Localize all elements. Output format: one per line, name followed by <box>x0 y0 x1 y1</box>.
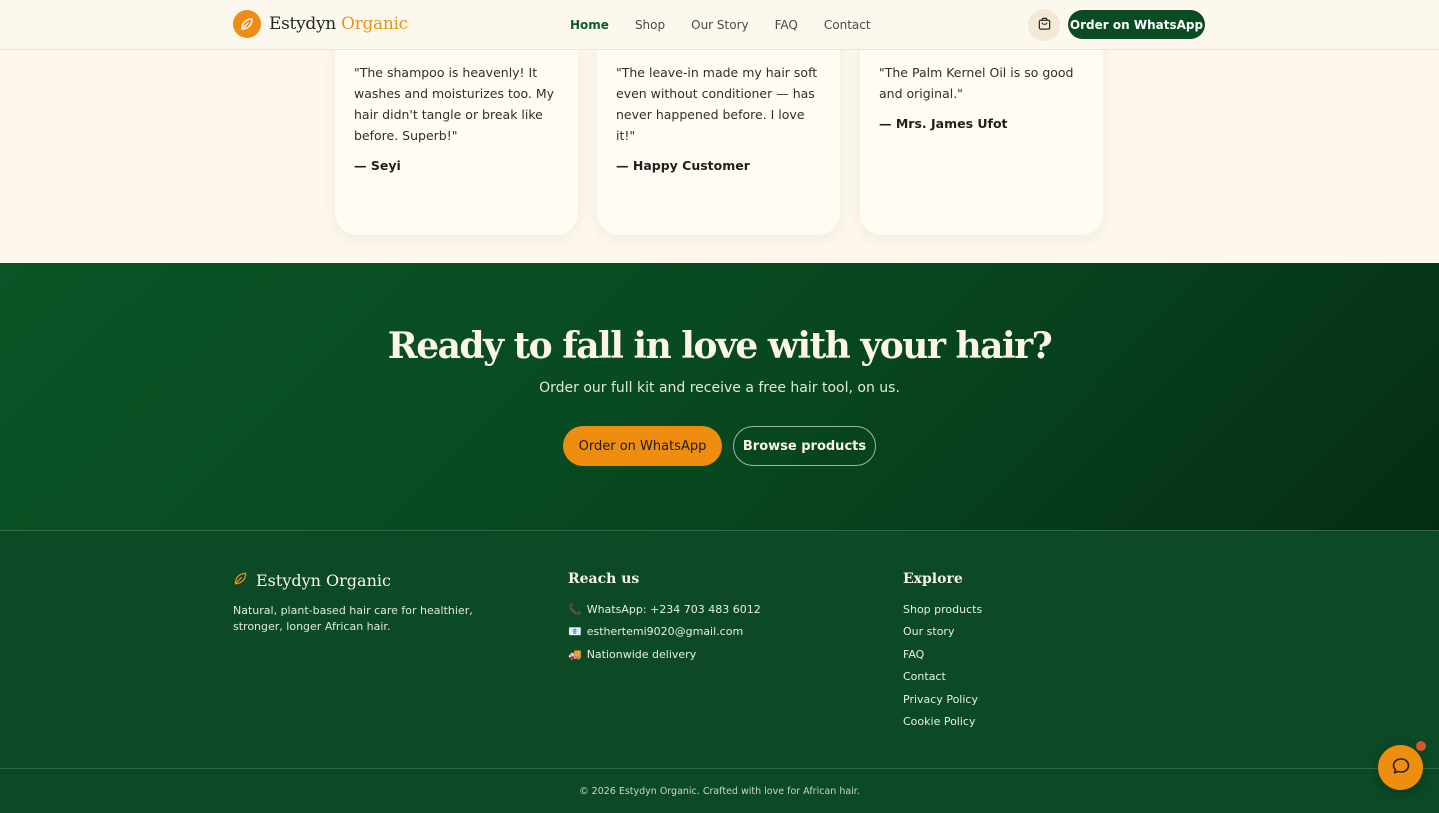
explore-heading: Explore <box>903 571 963 587</box>
footer-link-faq[interactable]: FAQ <box>903 643 1103 666</box>
nav-shop[interactable]: Shop <box>635 18 665 32</box>
order-whatsapp-header-button[interactable]: Order on WhatsApp <box>1068 10 1205 39</box>
footer-brand[interactable]: Estydyn Organic <box>233 571 493 590</box>
testimonial-card: "The Palm Kernel Oil is so good and orig… <box>860 30 1103 235</box>
nav-faq[interactable]: FAQ <box>775 18 798 32</box>
testimonials-section: "The shampoo is heavenly! It washes and … <box>0 30 1439 263</box>
footer-brand-name: Estydyn Organic <box>256 571 391 590</box>
reach-delivery: 🚚 Nationwide delivery <box>568 647 697 661</box>
footer-description: Natural, plant-based hair care for healt… <box>233 604 473 633</box>
brand-logo[interactable]: Estydyn Organic <box>233 10 408 38</box>
cta-subtitle: Order our full kit and receive a free ha… <box>539 380 900 396</box>
nav-contact[interactable]: Contact <box>824 18 871 32</box>
brand-name: Estydyn Organic <box>269 14 408 34</box>
footer-link-shop-products[interactable]: Shop products <box>903 598 1103 621</box>
cta-buttons: Order on WhatsApp Browse products <box>563 426 876 466</box>
site-footer: Estydyn Organic Natural, plant-based hai… <box>0 530 1439 813</box>
footer-divider <box>0 768 1439 769</box>
nav-our-story[interactable]: Our Story <box>691 18 749 32</box>
notification-dot <box>1416 741 1426 751</box>
testimonial-quote: "The shampoo is heavenly! It washes and … <box>354 65 555 143</box>
email-icon: 📧 <box>568 625 582 639</box>
chat-button[interactable] <box>1378 745 1423 790</box>
cta-section: Ready to fall in love with your hair? Or… <box>0 263 1439 530</box>
explore-links: Shop products Our story FAQ Contact Priv… <box>903 598 1103 733</box>
reach-whatsapp[interactable]: 📞 WhatsApp: +234 703 483 6012 <box>568 598 828 621</box>
testimonial-author: — Seyi <box>354 158 401 173</box>
reach-email[interactable]: 📧 esthertemi9020@gmail.com <box>568 621 828 644</box>
shopping-bag-icon <box>1037 16 1052 35</box>
testimonial-quote: "The Palm Kernel Oil is so good and orig… <box>879 65 1074 101</box>
footer-link-our-story[interactable]: Our story <box>903 621 1103 644</box>
footer-copyright: © 2026 Estydyn Organic. Crafted with lov… <box>579 786 860 797</box>
footer-link-contact[interactable]: Contact <box>903 666 1103 689</box>
footer-reach-column: Reach us 📞 WhatsApp: +234 703 483 6012 📧 e… <box>568 571 828 666</box>
footer-link-privacy-policy[interactable]: Privacy Policy <box>903 688 1103 711</box>
footer-link-cookie-policy[interactable]: Cookie Policy <box>903 711 1103 734</box>
testimonial-quote: "The leave-in made my hair soft even wit… <box>616 65 818 143</box>
truck-icon: 🚚 <box>568 647 582 661</box>
testimonial-card: "The leave-in made my hair soft even wit… <box>597 30 840 235</box>
leaf-icon <box>233 10 261 38</box>
reach-us-heading: Reach us <box>568 571 640 587</box>
cta-title: Ready to fall in love with your hair? <box>387 325 1053 367</box>
testimonial-card: "The shampoo is heavenly! It washes and … <box>335 30 578 235</box>
phone-icon: 📞 <box>568 602 582 616</box>
leaf-icon <box>233 571 248 590</box>
browse-products-button[interactable]: Browse products <box>733 426 876 466</box>
testimonial-author: — Mrs. James Ufot <box>879 116 1008 131</box>
testimonial-author: — Happy Customer <box>616 158 750 173</box>
chat-bubble-icon <box>1391 756 1411 780</box>
order-whatsapp-button[interactable]: Order on WhatsApp <box>563 426 722 466</box>
main-nav: Home Shop Our Story FAQ Contact <box>570 0 871 50</box>
site-header: Estydyn Organic Home Shop Our Story FAQ … <box>0 0 1439 50</box>
reach-us-list: 📞 WhatsApp: +234 703 483 6012 📧 esthertemi… <box>568 598 828 666</box>
cart-button[interactable] <box>1028 9 1060 41</box>
footer-brand-column: Estydyn Organic Natural, plant-based hai… <box>233 571 493 635</box>
nav-home[interactable]: Home <box>570 18 609 32</box>
footer-explore-column: Explore Shop products Our story FAQ Cont… <box>903 571 1103 733</box>
